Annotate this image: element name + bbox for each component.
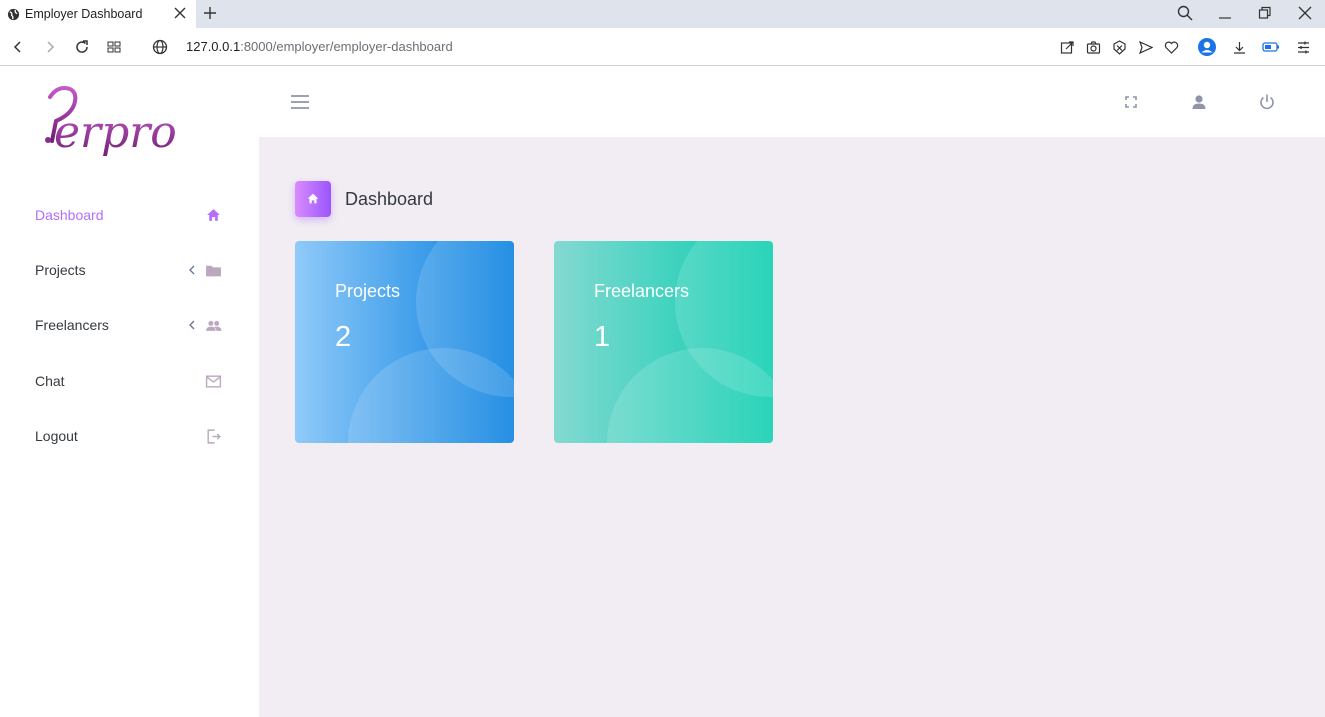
heart-icon[interactable]: [1161, 37, 1181, 57]
sidebar-item-logout[interactable]: Logout: [0, 416, 259, 456]
url-host: 127.0.0.1: [186, 39, 241, 54]
power-icon[interactable]: [1256, 91, 1278, 113]
close-tab-icon[interactable]: [172, 5, 188, 21]
browser-tab-bar: Employer Dashboard: [0, 0, 1325, 28]
logout-icon: [207, 428, 221, 444]
hamburger-menu-icon[interactable]: [289, 92, 311, 112]
chevron-left-icon: [189, 320, 195, 330]
tab-title: Employer Dashboard: [25, 7, 143, 21]
page-header: Dashboard: [295, 181, 433, 217]
sidebar-item-label: Projects: [35, 262, 86, 278]
browser-search-icon[interactable]: [1174, 3, 1196, 23]
sidebar-item-label: Logout: [35, 428, 78, 444]
sidebar-item-label: Chat: [35, 373, 65, 389]
minimize-icon[interactable]: [1214, 3, 1236, 23]
camera-icon[interactable]: [1083, 37, 1103, 57]
close-window-icon[interactable]: [1294, 3, 1316, 23]
sidebar-item-freelancers[interactable]: Freelancers: [0, 305, 259, 345]
top-navbar: [259, 67, 1325, 137]
fullscreen-icon[interactable]: [1120, 91, 1142, 113]
back-icon[interactable]: [8, 37, 28, 57]
main-content: Dashboard Projects 2 Freelancers 1: [259, 137, 1325, 717]
reload-icon[interactable]: [72, 37, 92, 57]
browser-toolbar: 127.0.0.1:8000/employer/employer-dashboa…: [0, 28, 1325, 66]
download-icon[interactable]: [1229, 37, 1249, 57]
card-title: Freelancers: [594, 281, 690, 301]
url-path: :8000/employer/employer-dashboard: [240, 39, 453, 54]
sidebar: erpro Dashboard Projects Freelancers Cha…: [0, 67, 259, 717]
shield-block-icon[interactable]: [1109, 37, 1129, 57]
sidebar-item-projects[interactable]: Projects: [0, 250, 259, 290]
home-icon: [295, 181, 331, 217]
new-tab-icon[interactable]: [201, 4, 219, 22]
card-value: 1: [594, 321, 611, 353]
mail-icon: [205, 374, 222, 388]
freelancers-stat-card[interactable]: Freelancers 1: [554, 241, 773, 443]
folder-icon: [206, 265, 221, 276]
address-bar[interactable]: 127.0.0.1:8000/employer/employer-dashboa…: [186, 39, 453, 54]
sidebar-item-chat[interactable]: Chat: [0, 361, 259, 401]
share-icon[interactable]: [1057, 37, 1077, 57]
restore-icon[interactable]: [1254, 3, 1276, 23]
browser-tab[interactable]: Employer Dashboard: [0, 0, 196, 28]
page-title: Dashboard: [345, 188, 434, 209]
card-decoration: [607, 348, 773, 443]
sidebar-item-label: Dashboard: [35, 207, 104, 223]
card-value: 2: [335, 321, 352, 353]
projects-stat-card[interactable]: Projects 2: [295, 241, 514, 443]
battery-saver-icon[interactable]: [1261, 37, 1281, 57]
sidebar-item-dashboard[interactable]: Dashboard: [0, 195, 259, 235]
brand-logo[interactable]: erpro: [36, 85, 186, 167]
card-decoration: [348, 348, 514, 443]
svg-text:erpro: erpro: [54, 107, 177, 158]
send-icon[interactable]: [1135, 37, 1155, 57]
site-info-icon[interactable]: [150, 37, 170, 57]
home-icon: [207, 208, 220, 221]
settings-sliders-icon[interactable]: [1293, 37, 1313, 57]
profile-icon[interactable]: [1197, 37, 1217, 57]
globe-icon: [7, 8, 20, 20]
sidebar-item-label: Freelancers: [35, 317, 109, 333]
forward-icon[interactable]: [40, 37, 60, 57]
chevron-left-icon: [189, 265, 195, 275]
user-icon[interactable]: [1188, 91, 1210, 113]
card-title: Projects: [335, 281, 401, 301]
tab-grid-icon[interactable]: [104, 37, 124, 57]
users-icon: [206, 320, 222, 331]
